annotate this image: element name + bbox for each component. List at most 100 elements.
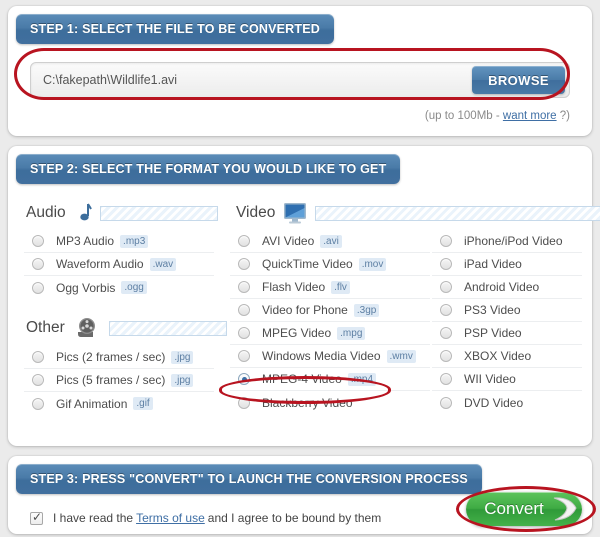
format-extension-badge: .ogg	[121, 281, 147, 294]
step2-panel: STEP 2: SELECT THE FORMAT YOU WOULD LIKE…	[8, 146, 600, 446]
format-option-label: Gif Animation	[56, 396, 128, 411]
format-option[interactable]: Android Video	[432, 276, 582, 299]
want-more-link[interactable]: want more	[503, 110, 557, 122]
terms-suffix-label: and I agree to be bound by them	[207, 511, 382, 525]
format-extension-badge: .wav	[149, 257, 177, 271]
radio-icon[interactable]	[440, 258, 452, 270]
size-hint-suffix: ?)	[556, 110, 570, 122]
format-option[interactable]: PSP Video	[432, 322, 582, 345]
step2-header: STEP 2: SELECT THE FORMAT YOU WOULD LIKE…	[16, 154, 401, 184]
format-extension-badge: .3gp	[353, 303, 380, 317]
format-option[interactable]: Ogg Vorbis .ogg	[24, 276, 214, 299]
radio-icon[interactable]	[238, 304, 250, 316]
radio-icon[interactable]	[238, 327, 250, 339]
format-option[interactable]: Video for Phone .3gp	[230, 299, 430, 322]
film-reel-icon	[73, 316, 101, 340]
browse-button[interactable]: BROWSE	[472, 66, 565, 94]
format-extension-badge: .avi	[320, 234, 342, 248]
audio-category-label: Audio	[26, 204, 66, 221]
format-option-label: Android Video	[464, 280, 540, 294]
terms-of-use-link[interactable]: Terms of use	[136, 511, 205, 525]
format-option-label: AVI Video	[262, 234, 315, 248]
format-extension-badge: .mp4	[347, 372, 377, 386]
radio-icon[interactable]	[238, 350, 250, 362]
format-option-label: Windows Media Video	[262, 349, 381, 363]
format-option[interactable]: PS3 Video	[432, 299, 582, 322]
monitor-icon	[283, 202, 307, 224]
radio-icon[interactable]	[440, 373, 452, 385]
format-option-label: QuickTime Video	[262, 257, 353, 271]
radio-icon[interactable]	[440, 235, 452, 247]
radio-icon[interactable]	[238, 235, 250, 247]
file-size-hint: (up to 100Mb - want more ?)	[425, 110, 570, 122]
format-option-label: XBOX Video	[464, 349, 532, 363]
video-category-label: Video	[236, 204, 276, 221]
radio-icon[interactable]	[440, 281, 452, 293]
format-extension-badge: .gif	[133, 397, 153, 410]
format-extension-badge: .jpg	[171, 350, 194, 364]
format-extension-badge: .mpg	[337, 326, 366, 340]
format-extension-badge: .mov	[358, 257, 387, 271]
format-option[interactable]: WII Video	[432, 368, 582, 391]
format-option-label: Pics (2 frames / sec)	[56, 350, 166, 364]
radio-icon[interactable]	[32, 397, 44, 410]
step1-header: STEP 1: SELECT THE FILE TO BE CONVERTED	[16, 14, 335, 44]
radio-icon[interactable]	[238, 396, 250, 409]
format-option[interactable]: XBOX Video	[432, 345, 582, 368]
terms-agreement-row[interactable]: I have read the Terms of use and I agree…	[30, 510, 382, 525]
radio-icon[interactable]	[238, 258, 250, 270]
format-option[interactable]: Pics (5 frames / sec) .jpg	[24, 369, 214, 392]
audio-category-row: Audio	[26, 202, 218, 224]
radio-icon[interactable]	[32, 351, 44, 363]
format-extension-badge: .flv	[331, 280, 350, 294]
audio-options-list: MP3 Audio .mp3 Waveform Audio .wav Ogg Vorbi…	[24, 230, 214, 299]
format-option-label: Blackberry Video	[262, 395, 353, 410]
format-option-label: iPad Video	[464, 257, 522, 271]
radio-icon[interactable]	[32, 374, 44, 386]
radio-icon[interactable]	[238, 281, 250, 293]
format-option[interactable]: iPhone/iPod Video	[432, 230, 582, 253]
format-option-label: iPhone/iPod Video	[464, 234, 563, 248]
step1-panel: STEP 1: SELECT THE FILE TO BE CONVERTED …	[8, 6, 592, 136]
format-option-label: DVD Video	[464, 395, 524, 410]
format-option-label: MPEG Video	[262, 326, 332, 340]
format-option[interactable]: Gif Animation .gif	[24, 392, 214, 415]
format-option[interactable]: DVD Video	[432, 391, 582, 414]
file-path-input[interactable]: C:\fakepath\Wildlife1.avi	[31, 73, 472, 87]
format-option-label: PSP Video	[464, 326, 522, 340]
step3-header: STEP 3: PRESS "CONVERT" TO LAUNCH THE CO…	[16, 464, 482, 494]
video-hatch-bar	[315, 205, 600, 221]
format-option[interactable]: AVI Video .avi	[230, 230, 430, 253]
radio-icon[interactable]	[440, 327, 452, 339]
format-option[interactable]: Windows Media Video .wmv	[230, 345, 430, 368]
music-note-icon	[74, 202, 92, 224]
video-options-list: AVI Video .avi QuickTime Video .mov Flash Vi…	[230, 230, 430, 414]
format-option[interactable]: Flash Video .flv	[230, 276, 430, 299]
format-option[interactable]: iPad Video	[432, 253, 582, 276]
format-option-label: Waveform Audio	[56, 257, 144, 271]
radio-icon[interactable]	[32, 281, 44, 294]
format-option-label: Pics (5 frames / sec)	[56, 373, 166, 387]
convert-button[interactable]: Convert	[466, 492, 582, 526]
format-option[interactable]: MP3 Audio .mp3	[24, 230, 214, 253]
format-option[interactable]: QuickTime Video .mov	[230, 253, 430, 276]
other-hatch-bar	[108, 320, 227, 336]
format-option[interactable]: Blackberry Video	[230, 391, 430, 414]
format-option[interactable]: Waveform Audio .wav	[24, 253, 214, 276]
other-options-list: Pics (2 frames / sec) .jpg Pics (5 frames …	[24, 346, 214, 415]
format-option[interactable]: MPEG-4 Video .mp4	[230, 368, 430, 391]
format-option-label: Flash Video	[262, 280, 326, 294]
radio-icon[interactable]	[32, 235, 44, 247]
file-input-row[interactable]: C:\fakepath\Wildlife1.avi BROWSE	[30, 62, 570, 98]
radio-icon[interactable]	[440, 350, 452, 362]
radio-icon[interactable]	[238, 373, 250, 385]
radio-icon[interactable]	[440, 396, 452, 409]
format-option[interactable]: Pics (2 frames / sec) .jpg	[24, 346, 214, 369]
terms-checkbox[interactable]	[30, 510, 43, 525]
other-category-row: Other	[26, 316, 227, 340]
format-option[interactable]: MPEG Video .mpg	[230, 322, 430, 345]
format-extension-badge: .mp3	[120, 234, 149, 248]
radio-icon[interactable]	[32, 258, 44, 270]
radio-icon[interactable]	[440, 304, 452, 316]
device-options-list: iPhone/iPod Video iPad Video Android Video…	[432, 230, 582, 414]
